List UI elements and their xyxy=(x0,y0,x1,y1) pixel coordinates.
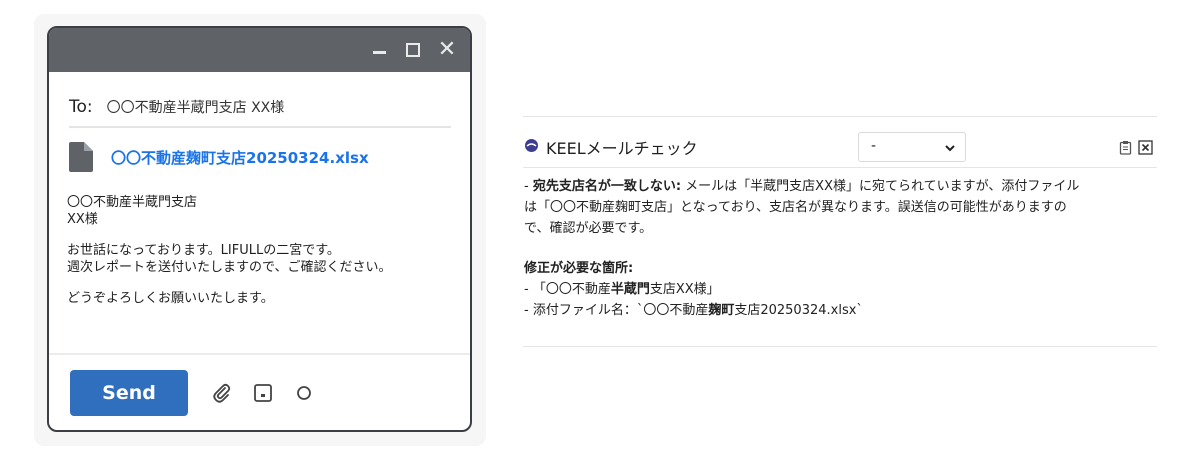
image-icon[interactable] xyxy=(252,382,274,404)
clipboard-icon[interactable] xyxy=(1118,140,1133,155)
body-line: お世話になっております。LIFULLの二宮です。 xyxy=(67,243,340,258)
fix-item: - 「〇〇不動産半蔵門支店XX様」 xyxy=(524,282,720,297)
file-icon xyxy=(69,142,93,172)
compose-window: ✕ To: 〇〇不動産半蔵門支店 XX様 〇〇不動産麹町支店20250324.x… xyxy=(47,26,472,432)
paperclip-icon[interactable] xyxy=(211,382,233,404)
issue-text: で、確認が必要です。 xyxy=(524,221,653,236)
fix-text: - 「〇〇不動産 xyxy=(524,282,611,297)
attachment[interactable]: 〇〇不動産麹町支店20250324.xlsx xyxy=(69,141,369,173)
message-body[interactable]: 〇〇不動産半蔵門支店 XX様 お世話になっております。LIFULLの二宮です。 … xyxy=(67,194,457,321)
check-result: - 宛先支店名が一致しない: メールは「半蔵門支店XX様」に宛てられていますが、… xyxy=(524,176,1154,321)
issue-text: メールは「半蔵門支店XX様」に宛てられていますが、添付ファイル xyxy=(681,179,1080,194)
send-button[interactable]: Send xyxy=(70,370,188,416)
maximize-icon[interactable] xyxy=(401,28,425,72)
footer-divider xyxy=(49,353,470,355)
panel-top-divider xyxy=(523,116,1157,117)
select-value: - xyxy=(871,138,877,154)
body-line: 〇〇不動産半蔵門支店 xyxy=(67,195,198,210)
minimize-icon[interactable] xyxy=(367,28,391,72)
issue-prefix: - xyxy=(524,179,533,194)
to-recipient[interactable]: 〇〇不動産半蔵門支店 XX様 xyxy=(107,97,285,117)
body-line: XX様 xyxy=(67,212,98,227)
attachment-name[interactable]: 〇〇不動産麹町支店20250324.xlsx xyxy=(111,147,369,168)
issue-text: は「〇〇不動産麹町支店」となっており、支店名が異なります。誤送信の可能性がありま… xyxy=(524,200,1067,215)
fix-item: - 添付ファイル名：`〇〇不動産麹町支店20250324.xlsx` xyxy=(524,303,863,318)
more-icon[interactable] xyxy=(293,382,315,404)
keel-logo-icon xyxy=(525,139,538,152)
fix-text: 支店XX様」 xyxy=(649,282,720,297)
to-field[interactable]: To: 〇〇不動産半蔵門支店 XX様 xyxy=(69,88,451,128)
issue-title: 宛先支店名が一致しない: xyxy=(532,179,682,194)
to-label: To: xyxy=(69,97,93,117)
close-box-icon[interactable] xyxy=(1138,140,1153,155)
body-line: 週次レポートを送付いたしますので、ご確認ください。 xyxy=(67,260,392,275)
panel-title: KEELメールチェック xyxy=(546,139,698,158)
fix-text: 支店20250324.xlsx` xyxy=(734,303,863,318)
status-select[interactable]: - xyxy=(858,132,966,162)
close-icon[interactable]: ✕ xyxy=(435,28,459,72)
fix-section: 修正が必要な箇所: - 「〇〇不動産半蔵門支店XX様」 - 添付ファイル名：`〇… xyxy=(524,258,1154,321)
fix-highlight: 半蔵門 xyxy=(610,282,650,297)
fix-title: 修正が必要な箇所: xyxy=(524,261,634,276)
chevron-down-icon xyxy=(945,145,955,152)
body-line: どうぞよろしくお願いいたします。 xyxy=(67,291,274,306)
issue-paragraph: - 宛先支店名が一致しない: メールは「半蔵門支店XX様」に宛てられていますが、… xyxy=(524,176,1154,239)
fix-highlight: 麹町 xyxy=(708,303,735,318)
panel-bottom-divider xyxy=(523,346,1157,347)
fix-text: - 添付ファイル名：`〇〇不動産 xyxy=(524,303,709,318)
compose-titlebar: ✕ xyxy=(49,28,470,72)
keel-panel-header: KEELメールチェック - xyxy=(524,132,1158,162)
panel-header-divider xyxy=(523,167,1157,168)
